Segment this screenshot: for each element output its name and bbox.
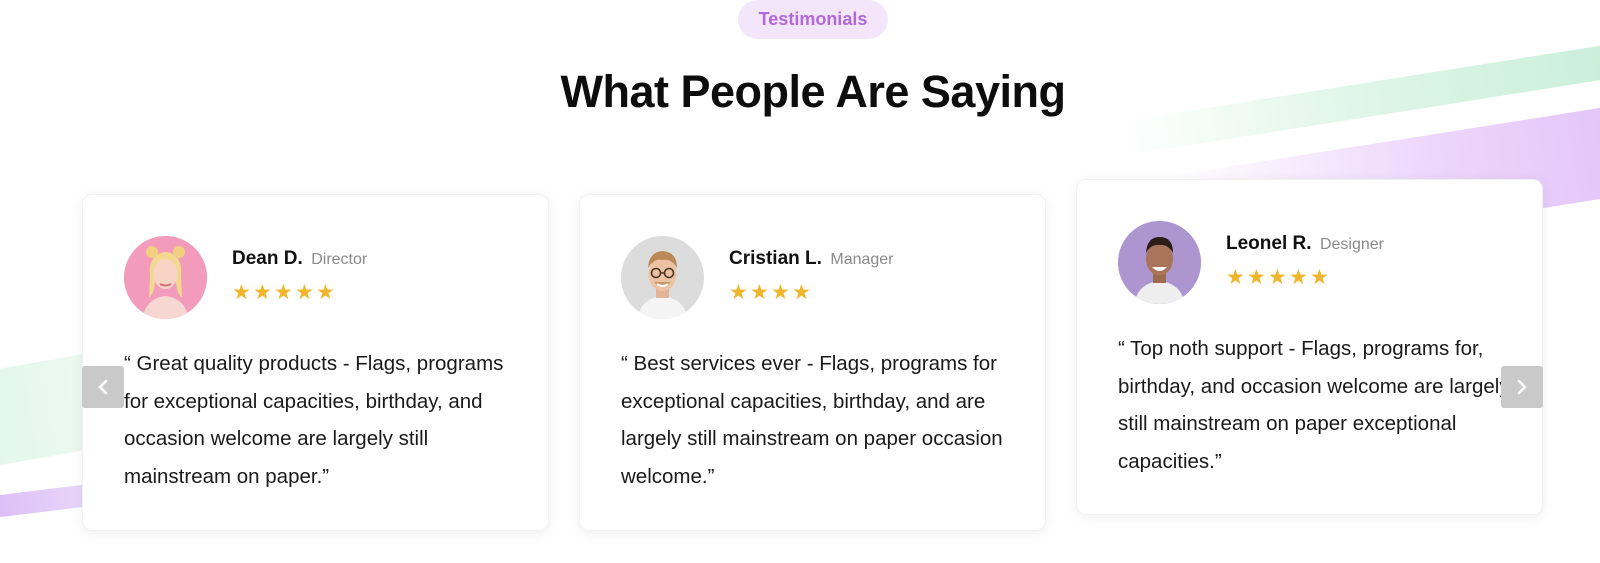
chevron-right-icon (1517, 379, 1527, 395)
star-icon: ★ (232, 280, 251, 304)
reviewer-role: Manager (830, 251, 894, 268)
reviewer-name-row: Dean D. Director (232, 248, 367, 270)
star-icon: ★ (274, 280, 293, 304)
star-rating: ★ ★ ★ ★ (729, 280, 811, 304)
star-icon: ★ (1289, 265, 1308, 289)
star-icon: ★ (1268, 265, 1287, 289)
star-icon: ★ (1310, 265, 1329, 289)
testimonial-card: Cristian L. Manager ★ ★ ★ ★ “ Best servi… (579, 194, 1046, 531)
avatar (1118, 221, 1201, 304)
star-icon: ★ (1226, 265, 1245, 289)
testimonial-quote: “ Best services ever - Flags, programs f… (621, 352, 1003, 488)
reviewer-name: Cristian L. (729, 248, 822, 269)
carousel-next-button[interactable] (1501, 366, 1543, 408)
testimonial-quote: “ Great quality products - Flags, progra… (124, 352, 504, 488)
reviewer-name-row: Cristian L. Manager (729, 248, 894, 270)
star-icon: ★ (792, 280, 811, 304)
star-icon: ★ (253, 280, 272, 304)
avatar (124, 236, 207, 319)
chevron-left-icon (98, 379, 108, 395)
reviewer-name: Dean D. (232, 248, 303, 269)
section-heading: What People Are Saying (560, 66, 1066, 117)
carousel-prev-button[interactable] (82, 366, 124, 408)
star-icon: ★ (316, 280, 335, 304)
star-rating: ★ ★ ★ ★ ★ (1226, 265, 1329, 289)
star-icon: ★ (295, 280, 314, 304)
star-rating: ★ ★ ★ ★ ★ (232, 280, 335, 304)
avatar (621, 236, 704, 319)
reviewer-role: Designer (1319, 236, 1384, 253)
star-icon: ★ (750, 280, 769, 304)
reviewer-role: Director (311, 251, 368, 268)
reviewer-name: Leonel R. (1226, 233, 1312, 254)
testimonial-card: Leonel R. Designer ★ ★ ★ ★ ★ “ Top noth … (1076, 179, 1543, 515)
star-icon: ★ (1247, 265, 1266, 289)
star-icon: ★ (729, 280, 748, 304)
reviewer-name-row: Leonel R. Designer (1226, 233, 1384, 255)
testimonial-card: Dean D. Director ★ ★ ★ ★ ★ “ Great quali… (82, 194, 549, 531)
star-icon: ★ (771, 280, 790, 304)
section-label-pill: Testimonials (738, 0, 888, 39)
testimonial-quote: “ Top noth support - Flags, programs for… (1118, 337, 1510, 473)
